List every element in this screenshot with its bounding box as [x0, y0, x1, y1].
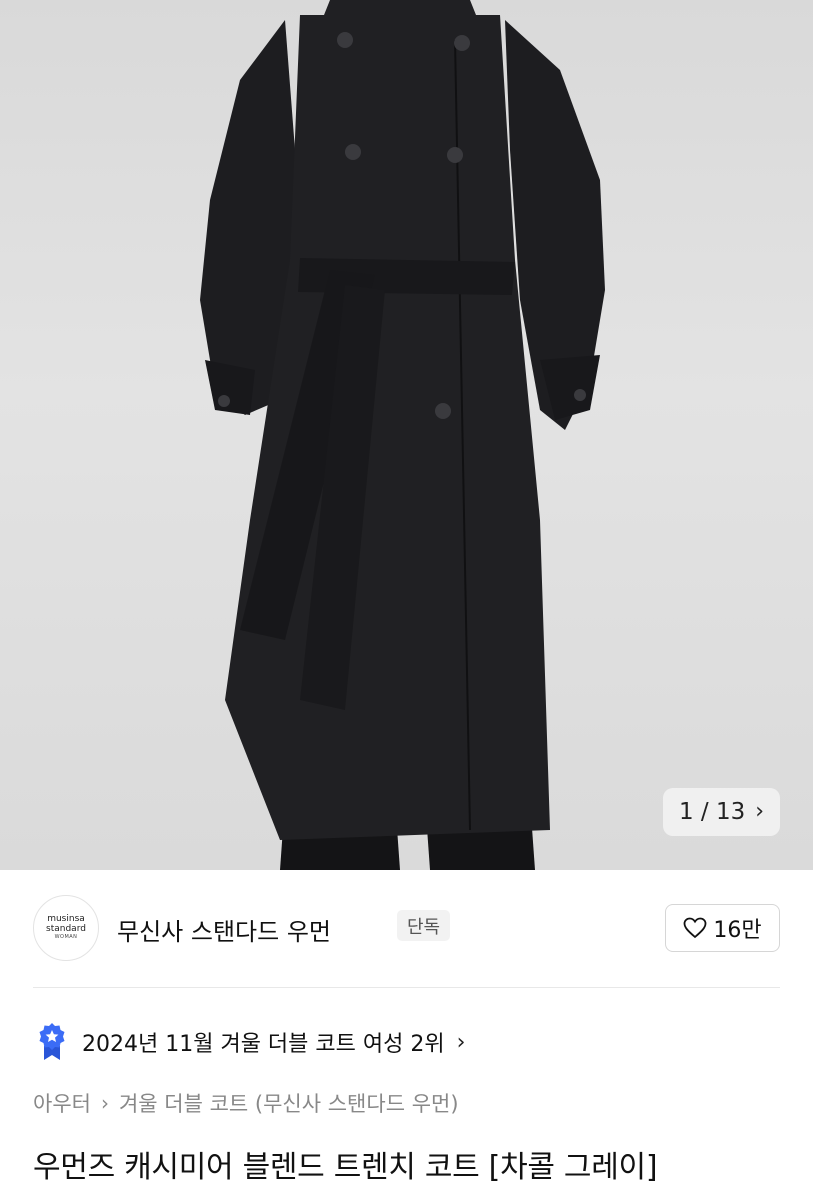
chevron-right-icon: › [100, 1091, 109, 1115]
product-image-gallery[interactable]: 1 / 13 › [0, 0, 813, 870]
pager-separator: / [700, 799, 709, 825]
exclusive-badge: 단독 [397, 910, 451, 941]
like-button[interactable]: 16만 [665, 904, 780, 952]
divider [33, 987, 780, 988]
chevron-right-icon[interactable]: › [755, 801, 764, 823]
product-photo [200, 0, 605, 870]
heart-outline-icon [683, 917, 707, 939]
brand-name[interactable]: 무신사 스탠다드 우먼 [117, 912, 331, 947]
chevron-right-icon: › [456, 1029, 466, 1055]
pager-current: 1 [678, 799, 694, 825]
blue-star-badge-icon [39, 1023, 65, 1060]
product-title: 우먼즈 캐시미어 블렌드 트렌치 코트 [차콜 그레이] [33, 1150, 658, 1185]
like-count: 16만 [713, 918, 762, 943]
breadcrumb-item[interactable]: 아우터 [33, 1088, 91, 1118]
breadcrumb-item[interactable]: 겨울 더블 코트 (무신사 스탠다드 우먼) [119, 1088, 459, 1118]
breadcrumb: 아우터 › 겨울 더블 코트 (무신사 스탠다드 우먼) [33, 1088, 459, 1118]
brand-row[interactable]: musinsa standard WOMAN 무신사 스탠다드 우먼 단독 16… [33, 895, 780, 961]
image-pager[interactable]: 1 / 13 › [663, 788, 780, 836]
ranking-text: 2024년 11월 겨울 더블 코트 여성 2위 [82, 1032, 445, 1057]
brand-logo[interactable]: musinsa standard WOMAN [33, 895, 99, 961]
pager-total: 13 [715, 799, 746, 825]
ranking-link[interactable]: 2024년 11월 겨울 더블 코트 여성 2위 › [36, 1022, 465, 1062]
